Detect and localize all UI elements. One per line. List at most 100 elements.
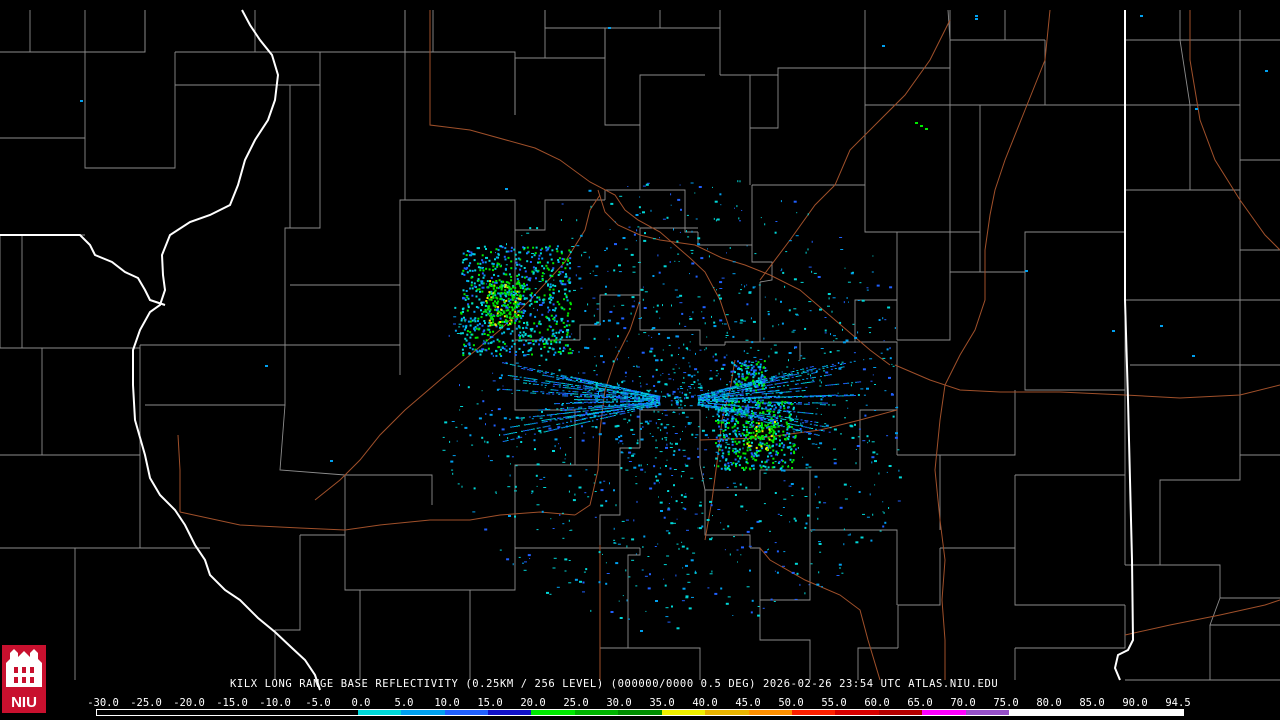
echo-pixel [511, 317, 514, 320]
echo-pixel [673, 522, 676, 524]
echo-pixel [519, 298, 522, 301]
echo-pixel [618, 405, 621, 407]
echo-pixel [561, 280, 564, 283]
echo-pixel [706, 400, 708, 402]
echo-pixel [723, 396, 726, 398]
echo-pixel [711, 315, 712, 318]
echo-pixel [541, 272, 544, 275]
echo-pixel [671, 403, 673, 406]
echo-pixel [466, 309, 469, 312]
echo-pixel [519, 287, 522, 289]
echo-pixel [670, 193, 672, 196]
echo-pixel [780, 300, 782, 303]
echo-pixel [574, 395, 577, 397]
echo-pixel [518, 314, 521, 317]
echo-pixel [589, 417, 592, 419]
echo-pixel [510, 260, 513, 263]
echo-pixel [459, 384, 460, 387]
echo-pixel [505, 363, 508, 365]
echo-pixel [549, 430, 552, 431]
echo-pixel [715, 396, 718, 398]
echo-pixel [664, 584, 667, 587]
echo-pixel [461, 485, 463, 488]
echo-pixel [626, 395, 629, 397]
echo-pixel [580, 422, 583, 424]
echo-pixel [858, 428, 861, 430]
echo-pixel [642, 400, 644, 402]
echo-pixel [509, 311, 512, 314]
echo-pixel [567, 425, 569, 427]
echo-pixel [863, 394, 866, 396]
echo-pixel [593, 314, 595, 317]
echo-pixel [634, 396, 637, 398]
echo-pixel [813, 424, 816, 426]
echo-pixel [785, 374, 788, 376]
echo-pixel [638, 404, 641, 406]
echo-pixel [539, 261, 541, 264]
echo-pixel [777, 392, 780, 394]
echo-pixel [799, 583, 801, 586]
echo-pixel [735, 405, 738, 407]
echo-pixel [840, 249, 844, 250]
echo-pixel [550, 414, 553, 416]
echo-pixel [630, 253, 634, 256]
echo-pixel [732, 273, 736, 275]
echo-pixel [781, 391, 784, 393]
echo-pixel [624, 371, 627, 374]
echo-pixel [721, 403, 724, 405]
echo-pixel [719, 288, 723, 289]
echo-pixel [619, 440, 623, 443]
echo-pixel [595, 383, 598, 385]
echo-pixel [800, 355, 803, 357]
echo-pixel [627, 422, 629, 424]
echo-pixel [782, 271, 785, 274]
echo-pixel [860, 388, 864, 390]
echo-pixel [726, 384, 728, 386]
state-line [132, 9, 321, 691]
echo-pixel [801, 425, 804, 427]
echo-pixel [504, 304, 507, 307]
echo-pixel [672, 368, 675, 370]
echo-pixel [601, 414, 604, 416]
echo-pixel [773, 386, 776, 388]
echo-pixel [481, 333, 484, 336]
echo-pixel [550, 415, 552, 418]
echo-pixel [650, 406, 653, 408]
echo-pixel [574, 424, 577, 426]
echo-pixel [574, 408, 577, 410]
echo-pixel [619, 411, 622, 413]
echo-pixel [614, 392, 617, 394]
echo-pixel [499, 285, 502, 288]
echo-pixel [780, 416, 783, 418]
echo-pixel [690, 182, 694, 184]
echo-pixel [748, 291, 752, 294]
echo-pixel [606, 389, 609, 391]
echo-pixel [492, 281, 495, 283]
echo-pixel [686, 547, 689, 550]
echo-pixel [745, 391, 748, 393]
echo-pixel [719, 193, 722, 196]
echo-pixel [796, 572, 799, 575]
echo-pixel [701, 512, 704, 514]
echo-pixel [655, 479, 659, 482]
echo-pixel [553, 383, 556, 385]
echo-pixel [807, 437, 811, 440]
echo-pixel [778, 401, 780, 403]
echo-pixel [563, 283, 567, 286]
echo-pixel [708, 398, 710, 400]
echo-pixel [729, 392, 732, 394]
echo-pixel [761, 380, 764, 382]
echo-pixel [618, 392, 621, 394]
echo-pixel [728, 412, 731, 414]
echo-pixel [559, 382, 562, 384]
echo-pixel [789, 388, 792, 390]
echo-pixel [739, 393, 742, 395]
echo-pixel [874, 484, 876, 486]
echo-pixel [628, 396, 631, 398]
echo-pixel [532, 392, 535, 394]
echo-pixel [721, 277, 725, 279]
echo-pixel [644, 575, 648, 577]
echo-pixel [518, 425, 520, 427]
echo-pixel [596, 399, 598, 401]
echo-pixel [482, 301, 485, 304]
